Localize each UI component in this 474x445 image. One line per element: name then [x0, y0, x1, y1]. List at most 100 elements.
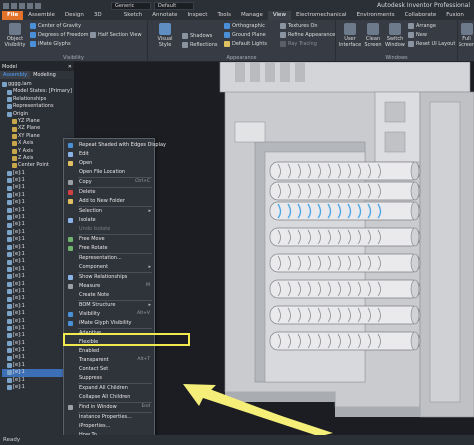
cylinder[interactable]	[269, 161, 421, 181]
half-section-view-button[interactable]: Half Section View	[90, 32, 142, 38]
clean-screen-button[interactable]: Clean Screen	[363, 23, 383, 48]
menu-item-bom-structure[interactable]: BOM Structure ▸	[64, 301, 154, 309]
new-window-button[interactable]: New	[408, 32, 427, 38]
material-dropdown[interactable]: Generic	[111, 1, 151, 10]
tab-view[interactable]: View	[267, 11, 291, 20]
menu-item-component[interactable]: Component ▸	[64, 263, 154, 271]
menu-item-selection[interactable]: Selection ▸	[64, 207, 154, 215]
menu-item-show-relationships[interactable]: Show Relationships	[64, 273, 154, 281]
user-interface-button[interactable]: User Interface	[339, 23, 361, 48]
cylinder[interactable]	[269, 279, 421, 299]
tab-collaborate[interactable]: Collaborate	[400, 11, 442, 20]
orthographic-button[interactable]: Orthographic	[224, 23, 265, 29]
menu-item-repeat-shaded-with-edges-display[interactable]: Repeat Shaded with Edges Display	[64, 141, 166, 149]
menu-item-visibility[interactable]: Visibility Alt+V	[64, 310, 154, 318]
tab-fusion-360[interactable]: Fusion 360	[441, 11, 474, 27]
tab-tools[interactable]: Tools	[212, 11, 236, 20]
cylinder[interactable]	[269, 305, 421, 325]
visual-style-button[interactable]: Visual Style	[151, 23, 179, 48]
tab-3d-model[interactable]: 3D Model	[89, 11, 119, 27]
tree-item[interactable]: Model States: [Primary]	[2, 88, 74, 95]
tab-environments[interactable]: Environments	[352, 11, 400, 20]
tab-design[interactable]: Design	[60, 11, 89, 20]
tree-item[interactable]: gggg.iam	[2, 81, 74, 88]
default-lights-button[interactable]: Default Lights	[224, 41, 267, 47]
tab-annotate[interactable]: Annotate	[147, 11, 182, 20]
menu-item-measure[interactable]: Measure M	[64, 282, 154, 290]
tab-inspect[interactable]: Inspect	[182, 11, 212, 20]
tab-assembly[interactable]: Assembly	[0, 71, 31, 79]
cylinder[interactable]	[269, 201, 421, 221]
cylinder[interactable]	[269, 227, 421, 247]
component-icon	[7, 244, 12, 250]
menu-item-open-file-location[interactable]: Open File Location	[64, 168, 154, 176]
shortcut-label: Ctrl+C	[135, 179, 150, 184]
tab-sketch[interactable]: Sketch	[119, 11, 148, 20]
switch-window-button[interactable]: Switch Window	[385, 23, 405, 48]
menu-item-label: Isolate	[79, 217, 96, 223]
menu-item-collapse-all-children[interactable]: Collapse All Children	[64, 393, 154, 401]
tree-item[interactable]: YZ Plane	[2, 118, 74, 125]
menu-item-open[interactable]: Open	[64, 159, 154, 167]
menu-item-label: Selection	[79, 208, 103, 214]
reset-ui-button[interactable]: Reset UI Layout	[408, 41, 455, 47]
menu-item-create-note[interactable]: Create Note	[64, 291, 154, 299]
menu-item-free-move[interactable]: Free Move	[64, 235, 154, 243]
ray-tracing-button[interactable]: Ray Tracing	[280, 41, 317, 47]
menu-item-undo-isolate[interactable]: Undo Isolate	[64, 225, 154, 233]
new-icon[interactable]	[3, 2, 9, 9]
menu-item-add-to-new-folder[interactable]: Add to New Folder	[64, 197, 154, 205]
degrees-of-freedom-button[interactable]: Degrees of Freedom	[30, 32, 89, 38]
arrange-button[interactable]: Arrange	[408, 23, 436, 29]
menu-item-label: Instance Properties...	[79, 414, 132, 420]
tab-electromechanical[interactable]: Electromechanical	[291, 11, 352, 20]
tree-item[interactable]: Origin	[2, 111, 74, 118]
shadows-button[interactable]: Shadows	[182, 33, 212, 39]
center-of-gravity-button[interactable]: Center of Gravity	[30, 23, 81, 29]
menu-item-copy[interactable]: Copy Ctrl+C	[64, 178, 154, 186]
save-icon[interactable]	[19, 2, 25, 9]
cylinder[interactable]	[269, 331, 421, 351]
menu-item-delete[interactable]: Delete	[64, 188, 154, 196]
menu-item-icon	[68, 236, 73, 242]
refine-appearance-button[interactable]: Refine Appearance	[280, 32, 335, 38]
menu-item-free-rotate[interactable]: Free Rotate	[64, 244, 154, 252]
tab-assemble[interactable]: Assemble	[23, 11, 60, 20]
imate-glyphs-button[interactable]: iMate Glyphs	[30, 41, 71, 47]
menu-item-representation[interactable]: Representation...	[64, 254, 154, 262]
undo-icon[interactable]	[27, 2, 33, 9]
tab-file[interactable]: File	[2, 11, 24, 20]
tree-item[interactable]: XZ Plane	[2, 125, 74, 132]
close-icon[interactable]: ✕	[68, 64, 72, 70]
open-icon[interactable]	[11, 2, 17, 9]
cylinder[interactable]	[269, 253, 421, 273]
menu-item-edit[interactable]: Edit	[64, 150, 154, 158]
appearance-dropdown[interactable]: Default	[154, 1, 194, 10]
component-icon	[7, 348, 12, 354]
tree-item[interactable]: Representations	[2, 103, 74, 110]
menu-item-transparent[interactable]: Transparent Alt+T	[64, 356, 154, 364]
component-icon	[7, 281, 12, 287]
menu-item-enabled[interactable]: Enabled	[64, 347, 154, 355]
reflections-button[interactable]: Reflections	[182, 42, 217, 48]
cylinder[interactable]	[269, 181, 421, 201]
menu-item-instance-properties[interactable]: Instance Properties...	[64, 413, 154, 421]
menu-item-imate-glyph-visibility[interactable]: iMate Glyph Visibility	[64, 319, 154, 327]
ground-plane-button[interactable]: Ground Plane	[224, 32, 266, 38]
tab-modeling[interactable]: Modeling	[30, 71, 59, 79]
menu-item-iproperties[interactable]: iProperties...	[64, 422, 154, 430]
menu-item-contact-set[interactable]: Contact Set	[64, 365, 154, 373]
menu-item-label: Create Note	[79, 292, 110, 298]
component-icon	[7, 363, 12, 369]
tree-item[interactable]: Relationships	[2, 96, 74, 103]
center-of-gravity-icon	[30, 23, 36, 29]
full-screen-button[interactable]: Full Screen	[459, 23, 474, 48]
menu-item-expand-all-children[interactable]: Expand All Children	[64, 384, 154, 392]
textures-on-button[interactable]: Textures On	[280, 23, 318, 29]
menu-item-find-in-window[interactable]: Find in Window End	[64, 403, 154, 411]
menu-item-suppress[interactable]: Suppress	[64, 374, 154, 382]
object-visibility-button[interactable]: Object Visibility	[4, 23, 26, 48]
tab-manage[interactable]: Manage	[236, 11, 268, 20]
redo-icon[interactable]	[35, 2, 41, 9]
menu-item-isolate[interactable]: Isolate	[64, 216, 154, 224]
